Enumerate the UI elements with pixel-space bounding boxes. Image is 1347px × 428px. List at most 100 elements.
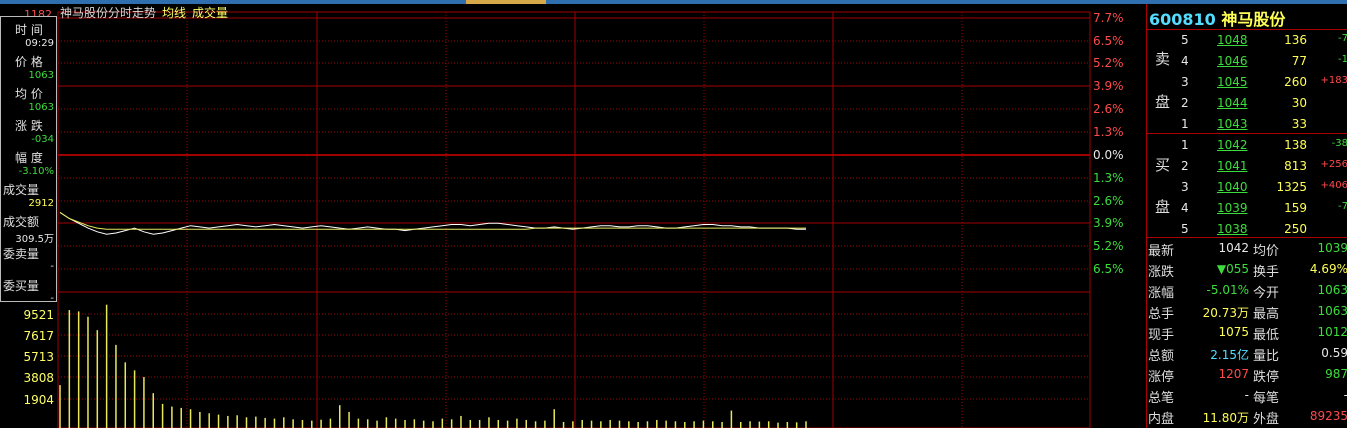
order-level: 4 <box>1181 201 1189 215</box>
buy-volume-label: 委买量 <box>3 279 40 293</box>
volume-tick-label: 5713 <box>23 350 54 364</box>
total-value: 20.73万 <box>1202 306 1249 320</box>
inner-value: 11.80万 <box>1202 411 1249 425</box>
amplitude-label: 幅 度 <box>15 151 43 165</box>
order-level: 3 <box>1181 75 1189 89</box>
order-level: 2 <box>1181 159 1189 173</box>
divider <box>1147 237 1347 238</box>
order-price: 1040 <box>1217 180 1248 194</box>
price-value: 1063 <box>28 70 54 81</box>
pct-tick-label: 5.2% <box>1093 56 1124 70</box>
change-label: 涨 跌 <box>15 119 43 133</box>
outer-label: 外盘 <box>1253 412 1280 427</box>
turnover-value: 4.69% <box>1309 262 1347 276</box>
ratio-value: 0.59 <box>1321 346 1347 360</box>
amplitude-value: -3.10% <box>18 166 54 177</box>
avg-line-label[interactable]: 均线 <box>162 6 186 20</box>
chart-title: 神马股份分时走势 均线 成交量 <box>60 4 228 21</box>
buy-order-row[interactable]: 5 1038 250 <box>1147 218 1347 239</box>
cursor-info-box: 时 间 09:29 价 格 1063 均 价 1063 涨 跌 -034 幅 度… <box>0 16 57 304</box>
buy-order-row[interactable]: 3 1040 1325 +406 <box>1147 176 1347 197</box>
order-price: 1044 <box>1217 96 1248 110</box>
order-price: 1042 <box>1217 138 1248 152</box>
outer-value: 89235 <box>1309 409 1347 423</box>
pct-tick-label: 2.6% <box>1093 194 1124 208</box>
order-qty: 77 <box>1291 54 1307 68</box>
order-change: -7 <box>1338 201 1347 212</box>
buy-order-row[interactable]: 4 1039 159 -7 <box>1147 197 1347 218</box>
cur-label: 现手 <box>1148 328 1175 343</box>
order-qty: 1325 <box>1276 180 1307 194</box>
volume-info-label: 成交量 <box>3 183 40 197</box>
up-label: 涨停 <box>1148 370 1175 385</box>
latest-value: 1042 <box>1218 241 1249 255</box>
per-label: 每笔 <box>1253 391 1280 406</box>
pct-tick-label: 1.3% <box>1093 125 1124 139</box>
change-label: 涨跌 <box>1148 265 1175 280</box>
chart-title-text: 神马股份分时走势 <box>60 6 157 20</box>
amount-label: 成交额 <box>3 215 40 229</box>
sell-order-row[interactable]: 3 1045 260 +183 <box>1147 71 1347 92</box>
order-change: +256 <box>1320 159 1347 170</box>
change-value: -034 <box>31 134 54 145</box>
change-value: ▼055 <box>1216 262 1249 276</box>
order-price: 1045 <box>1217 75 1248 89</box>
sell-volume-value: - <box>50 261 54 272</box>
pct-tick-label: 3.9% <box>1093 216 1124 230</box>
total-label: 总手 <box>1148 307 1175 322</box>
pct-tick-label: 3.9% <box>1093 79 1124 93</box>
sell-order-row[interactable]: 2 1044 30 <box>1147 92 1347 113</box>
deals-label: 总笔 <box>1148 391 1175 406</box>
latest-label: 最新 <box>1148 244 1175 259</box>
high-value: 1063 <box>1317 304 1347 318</box>
avg-label: 均价 <box>1253 244 1280 259</box>
volume-tick-label: 3808 <box>23 371 54 385</box>
pct-tick-label: 0.0% <box>1093 148 1124 162</box>
volume-label[interactable]: 成交量 <box>192 6 228 20</box>
time-value: 09:29 <box>25 38 54 49</box>
order-level: 5 <box>1181 222 1189 236</box>
pct-tick-label: 2.6% <box>1093 102 1124 116</box>
low-value: 1012 <box>1317 325 1347 339</box>
stock-header: 600810 神马股份 <box>1149 6 1285 30</box>
pct-tick-label: 7.7% <box>1093 11 1124 25</box>
order-qty: 136 <box>1284 33 1307 47</box>
up-value: 1207 <box>1218 367 1249 381</box>
order-price: 1043 <box>1217 117 1248 131</box>
buy-order-row[interactable]: 1 1042 138 -38 <box>1147 134 1347 155</box>
buy-order-row[interactable]: 2 1041 813 +256 <box>1147 155 1347 176</box>
intraday-chart[interactable]: 7.7% 6.5% 5.2% 3.9% 2.6% 1.3% 0.0% 1.3% 2.6% 3.9%… <box>0 4 1347 428</box>
order-change: +183 <box>1320 75 1347 86</box>
pct-value: -5.01% <box>1206 283 1249 297</box>
inner-label: 内盘 <box>1148 412 1175 427</box>
turnover-label: 换手 <box>1253 265 1280 280</box>
sell-order-row[interactable]: 1 1043 33 <box>1147 113 1347 134</box>
avg-value: 1039 <box>1317 241 1347 255</box>
volume-tick-label: 1904 <box>23 393 54 407</box>
volume-tick-label: 9521 <box>23 308 54 322</box>
amount-value: 309.5万 <box>15 234 54 245</box>
order-level: 5 <box>1181 33 1189 47</box>
order-level: 3 <box>1181 180 1189 194</box>
sell-order-row[interactable]: 5 1048 136 -7 <box>1147 29 1347 50</box>
sell-order-row[interactable]: 4 1046 77 -1 <box>1147 50 1347 71</box>
volume-info-value: 2912 <box>28 198 54 209</box>
order-qty: 813 <box>1284 159 1307 173</box>
avg-label: 均 价 <box>15 87 43 101</box>
order-qty: 159 <box>1284 201 1307 215</box>
pct-tick-label: 5.2% <box>1093 239 1124 253</box>
chart-frame <box>57 11 1091 428</box>
order-qty: 138 <box>1284 138 1307 152</box>
avg-value: 1063 <box>28 102 54 113</box>
order-price: 1046 <box>1217 54 1248 68</box>
buy-volume-value: - <box>50 293 54 304</box>
order-level: 1 <box>1181 117 1189 131</box>
amount-label: 总额 <box>1148 349 1175 364</box>
order-change: -38 <box>1331 138 1347 149</box>
down-value: 987 <box>1325 367 1347 381</box>
pct-label: 涨幅 <box>1148 286 1175 301</box>
high-label: 最高 <box>1253 307 1280 322</box>
pct-tick-label: 1.3% <box>1093 171 1124 185</box>
pct-tick-label: 6.5% <box>1093 262 1124 276</box>
ratio-label: 量比 <box>1253 349 1280 364</box>
